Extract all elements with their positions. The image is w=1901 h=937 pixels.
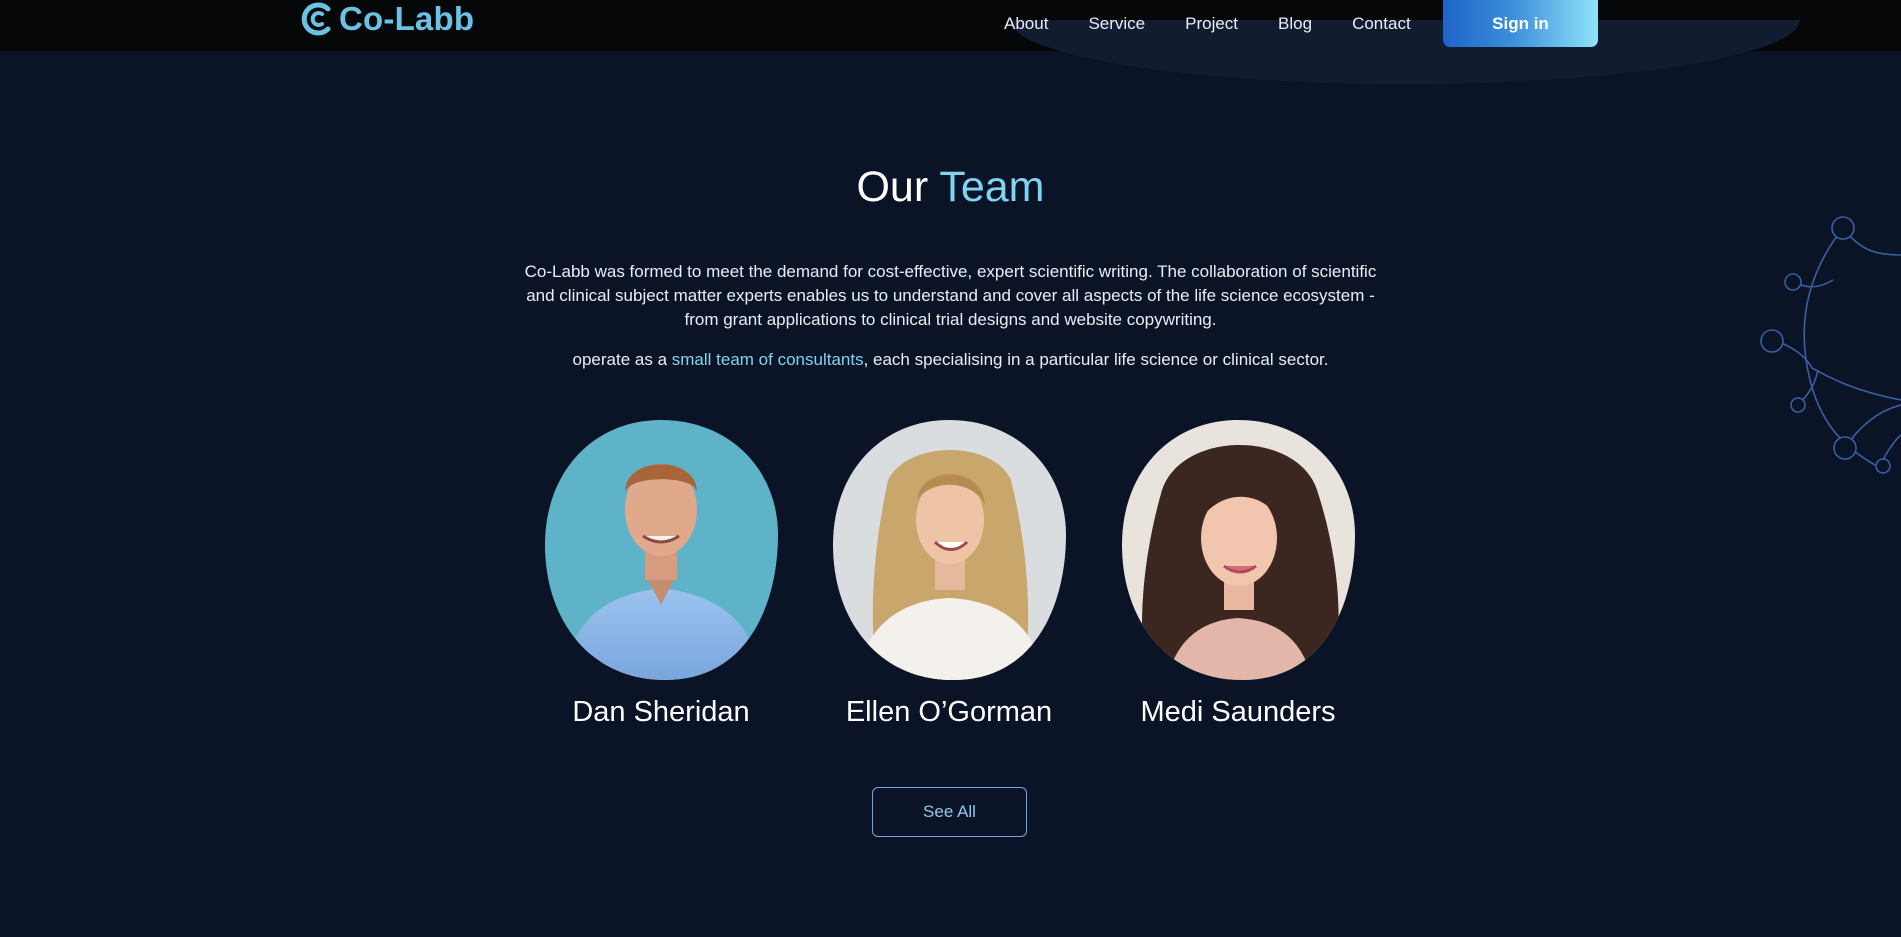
co-labb-logo-icon — [301, 2, 331, 36]
team-member-photo — [833, 420, 1066, 680]
logo[interactable]: Co-Labb — [301, 0, 474, 38]
nav-service[interactable]: Service — [1088, 14, 1145, 34]
nav-contact[interactable]: Contact — [1352, 14, 1411, 34]
section-title: Our Team — [0, 163, 1901, 212]
intro2-text-after: , each specialising in a particular life… — [863, 350, 1329, 369]
team-member-photo — [1122, 420, 1355, 680]
nav-blog[interactable]: Blog — [1278, 14, 1312, 34]
logo-text: Co-Labb — [339, 0, 475, 37]
intro2-text-before: operate as a — [572, 350, 672, 369]
team-member-name: Ellen O’Gorman — [845, 696, 1053, 728]
see-all-button[interactable]: See All — [872, 787, 1027, 837]
small-team-link[interactable]: small team of consultants — [672, 350, 864, 369]
team-intro-secondary: operate as a small team of consultants, … — [0, 348, 1901, 372]
nav-project[interactable]: Project — [1185, 14, 1238, 34]
molecule-network-icon — [1760, 216, 1901, 474]
team-member-name: Dan Sheridan — [572, 696, 750, 728]
page: Co-Labb About Service Project Blog Conta… — [0, 0, 1901, 937]
main-nav: About Service Project Blog Contact — [1004, 0, 1451, 47]
team-member-photo — [545, 420, 778, 680]
header: Co-Labb About Service Project Blog Conta… — [0, 0, 1901, 84]
nav-about[interactable]: About — [1004, 14, 1048, 34]
section-title-accent: Team — [939, 163, 1045, 211]
team-intro-paragraph: Co-Labb was formed to meet the demand fo… — [524, 262, 1377, 329]
section-title-plain: Our — [856, 163, 929, 211]
team-member-name: Medi Saunders — [1140, 696, 1336, 728]
sign-in-button[interactable]: Sign in — [1443, 0, 1598, 47]
